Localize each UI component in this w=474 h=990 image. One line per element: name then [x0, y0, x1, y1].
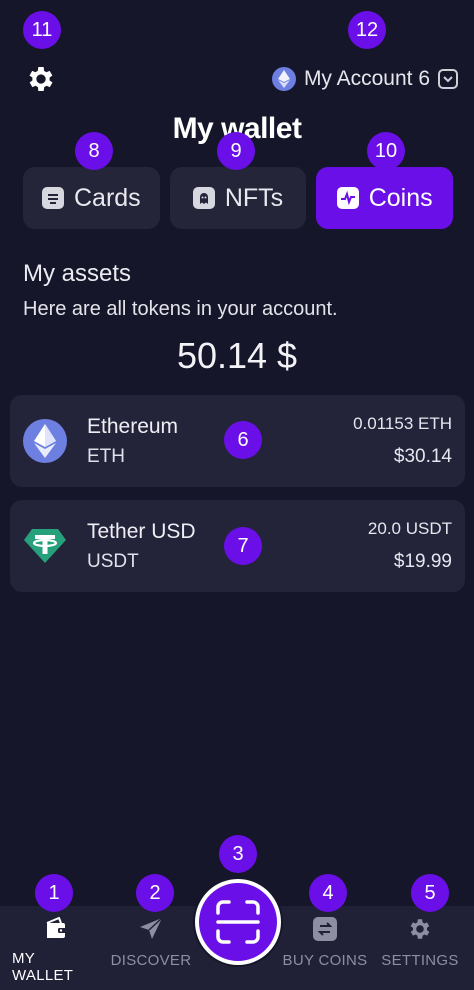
marker-badge: 9 [217, 132, 255, 170]
nav-buy-coins[interactable]: BUY COINS [282, 914, 368, 984]
coin-usd-value: $19.99 [393, 551, 452, 572]
coin-name: Ethereum [87, 415, 179, 438]
chevron-down-icon [438, 69, 458, 89]
tab-cards[interactable]: Cards [23, 167, 160, 229]
marker-badge: 3 [219, 835, 257, 873]
card-icon [41, 187, 64, 209]
tab-coins-label: Coins [368, 183, 433, 212]
total-balance: 50.14 $ [176, 335, 298, 376]
marker-badge: 2 [136, 874, 174, 912]
marker-badge: 12 [348, 11, 386, 49]
tab-nfts-label: NFTs [224, 183, 284, 212]
account-label: My Account 6 [303, 67, 430, 90]
coin-symbol: ETH [87, 446, 125, 467]
marker-badge: 8 [75, 132, 113, 170]
gear-icon [29, 67, 53, 91]
marker-badge: 5 [411, 874, 449, 912]
coin-amount: 20.0 USDT [367, 519, 452, 538]
assets-heading: My assets [23, 260, 132, 287]
marker-badge: 7 [224, 527, 262, 565]
marker-badge: 1 [35, 874, 73, 912]
pulse-chart-icon [336, 187, 359, 209]
coin-usd-value: $30.14 [393, 446, 452, 467]
ethereum-icon [23, 419, 67, 463]
gear-icon [405, 914, 435, 944]
tab-cards-label: Cards [73, 183, 141, 212]
assets-subtitle: Here are all tokens in your account. [23, 298, 338, 320]
tether-icon [23, 524, 67, 568]
nav-settings[interactable]: SETTINGS [378, 914, 462, 984]
nav-my-wallet-label: MY WALLET [12, 950, 74, 984]
navigation-arrow-icon [136, 914, 166, 944]
marker-badge: 11 [23, 11, 61, 49]
marker-badge: 6 [224, 421, 262, 459]
tab-nfts[interactable]: NFTs [169, 167, 307, 229]
scan-frame-icon [216, 900, 260, 944]
wallet-icon [41, 914, 71, 942]
nav-my-wallet[interactable]: MY WALLET [12, 914, 100, 984]
exchange-icon [310, 914, 340, 944]
nav-discover-label: DISCOVER [110, 952, 192, 969]
marker-badge: 4 [309, 874, 347, 912]
nav-discover[interactable]: DISCOVER [108, 914, 194, 984]
scan-qr-button[interactable] [195, 879, 281, 965]
nav-settings-label: SETTINGS [381, 952, 459, 969]
ethereum-icon [271, 67, 296, 91]
marker-badge: 10 [367, 132, 405, 170]
coin-amount: 0.01153 ETH [353, 414, 452, 433]
tab-coins[interactable]: Coins [316, 167, 454, 229]
tab-bar: Cards NFTs Coins [23, 167, 454, 229]
settings-gear-button[interactable] [24, 62, 58, 96]
coin-name: Tether USD [87, 520, 196, 543]
ghost-icon [192, 187, 215, 209]
coin-symbol: USDT [87, 551, 139, 572]
account-selector[interactable]: My Account 6 [271, 64, 458, 94]
nav-buy-coins-label: BUY COINS [282, 952, 368, 969]
